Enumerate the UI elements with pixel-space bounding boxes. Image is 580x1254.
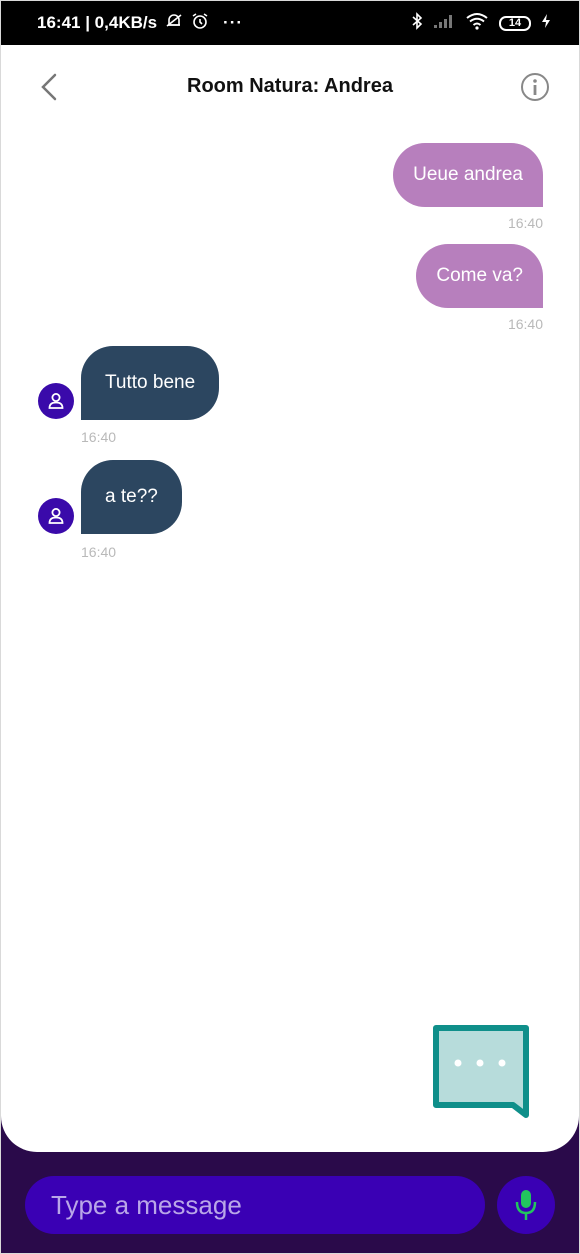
chat-screen: Room Natura: Andrea Ueue andrea 16:40 Co… — [1, 45, 579, 1152]
mute-bell-icon — [165, 12, 183, 35]
more-icon: ··· — [223, 13, 244, 32]
typing-indicator-icon — [431, 1023, 531, 1123]
info-button[interactable] — [519, 71, 551, 103]
message-timestamp: 16:40 — [81, 544, 117, 560]
page-title: Room Natura: Andrea — [187, 75, 393, 97]
phone-frame: 16:41 | 0,4KB/s ··· 14 Room Natura: Andr… — [0, 0, 580, 1254]
message-bubble-outgoing[interactable]: Come va? — [416, 244, 543, 308]
message-text: Ueue andrea — [413, 164, 523, 185]
charging-icon — [541, 13, 551, 34]
chat-header: Room Natura: Andrea — [1, 45, 579, 131]
status-left: 16:41 | 0,4KB/s ··· — [37, 1, 243, 45]
message-bubble-incoming[interactable]: a te?? — [81, 460, 182, 534]
message-text: Come va? — [436, 265, 523, 286]
signal-icon — [433, 13, 455, 34]
alarm-icon — [191, 12, 209, 35]
message-bubble-incoming[interactable]: Tutto bene — [81, 346, 220, 420]
person-icon — [48, 508, 64, 524]
message-composer[interactable] — [25, 1176, 485, 1234]
message-text: a te?? — [105, 486, 158, 507]
message-bubble-outgoing[interactable]: Ueue andrea — [393, 143, 543, 207]
person-icon — [48, 393, 64, 409]
message-timestamp: 16:40 — [507, 215, 543, 231]
message-input[interactable] — [49, 1188, 485, 1222]
status-time: 16:41 | 0,4KB/s — [37, 13, 158, 32]
mic-button[interactable] — [497, 1176, 555, 1234]
bluetooth-icon — [411, 11, 423, 35]
info-icon — [521, 73, 549, 101]
message-timestamp: 16:40 — [81, 429, 117, 445]
avatar[interactable] — [38, 498, 74, 534]
status-right: 14 — [411, 1, 551, 45]
wifi-icon — [465, 12, 489, 35]
message-timestamp: 16:40 — [507, 316, 543, 332]
message-text: Tutto bene — [105, 372, 196, 393]
mic-icon — [515, 1190, 537, 1220]
avatar[interactable] — [38, 383, 74, 419]
battery-icon: 14 — [499, 15, 531, 31]
status-bar: 16:41 | 0,4KB/s ··· 14 — [1, 1, 579, 45]
